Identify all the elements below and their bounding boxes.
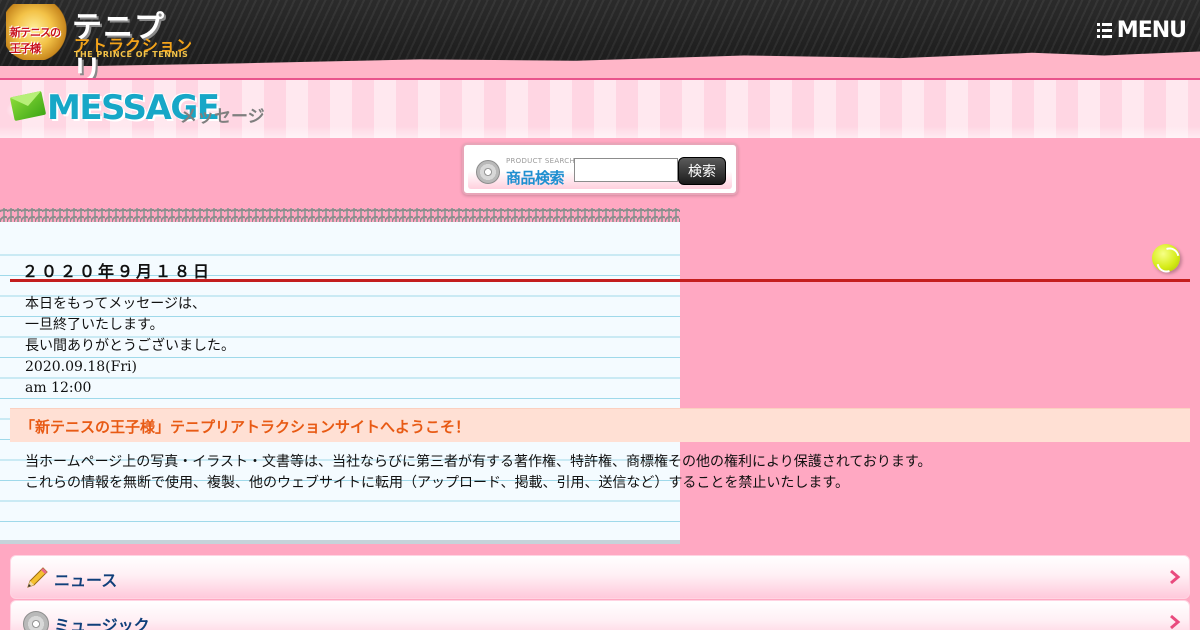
menu-button[interactable]: MENU — [1096, 17, 1187, 43]
search-input[interactable] — [574, 158, 678, 182]
message-line: am 12:00 — [25, 380, 92, 396]
logo-english: THE PRINCE OF TENNIS — [74, 50, 189, 59]
copyright-notice: 当ホームページ上の写真・イラスト・文書等は、当社ならびに第三者が有する著作権、特… — [25, 452, 932, 494]
welcome-bar: 「新テニスの王子様」テニプリアトラクションサイトへようこそ！ — [10, 408, 1190, 442]
welcome-text: 「新テニスの王子様」テニプリアトラクションサイトへようこそ！ — [20, 418, 471, 436]
product-search-box: PRODUCT SEARCH 商品検索 検索 — [462, 143, 738, 195]
search-caption: PRODUCT SEARCH — [506, 157, 576, 165]
message-body: 本日をもってメッセージは、 一旦終了いたします。 長い間ありがとうございました。… — [25, 294, 235, 399]
site-logo[interactable]: 新テニスの王子様 テニプリ アトラクション THE PRINCE OF TENN… — [4, 2, 194, 89]
nav-item-music[interactable]: ミュージック — [10, 600, 1190, 630]
disc-icon — [476, 160, 500, 184]
message-line: 本日をもってメッセージは、 — [25, 296, 207, 312]
nav-item-label: ミュージック — [54, 616, 150, 630]
chevron-right-icon — [1170, 614, 1181, 630]
search-button[interactable]: 検索 — [678, 157, 726, 185]
message-banner: MESSAGE メッセージ — [0, 80, 1200, 138]
page-subtitle: メッセージ — [180, 107, 265, 127]
nav-item-label: ニュース — [54, 571, 118, 590]
disc-icon — [23, 611, 49, 630]
tennis-ball-icon — [1152, 244, 1180, 272]
menu-icon — [1096, 22, 1112, 38]
chevron-right-icon — [1170, 569, 1181, 585]
pencil-icon — [27, 567, 48, 588]
message-line: 長い間ありがとうございました。 — [25, 338, 235, 354]
search-label: 商品検索 — [506, 169, 565, 187]
copyright-line: これらの情報を無断で使用、複製、他のウェブサイトに転用（アップロード、掲載、引用… — [25, 475, 850, 491]
message-line: 一旦終了いたします。 — [25, 317, 164, 333]
site-header: 新テニスの王子様 テニプリ アトラクション THE PRINCE OF TENN… — [0, 0, 1200, 89]
date-rule — [10, 279, 1190, 282]
copyright-line: 当ホームページ上の写真・イラスト・文書等は、当社ならびに第三者が有する著作権、特… — [25, 454, 932, 470]
logo-emblem-text: 新テニスの王子様 — [10, 26, 61, 55]
envelope-icon — [9, 90, 47, 122]
logo-emblem: 新テニスの王子様 — [6, 4, 68, 60]
menu-label: MENU — [1116, 17, 1187, 43]
message-line: 2020.09.18(Fri) — [25, 359, 137, 375]
nav-item-news[interactable]: ニュース — [10, 555, 1190, 599]
